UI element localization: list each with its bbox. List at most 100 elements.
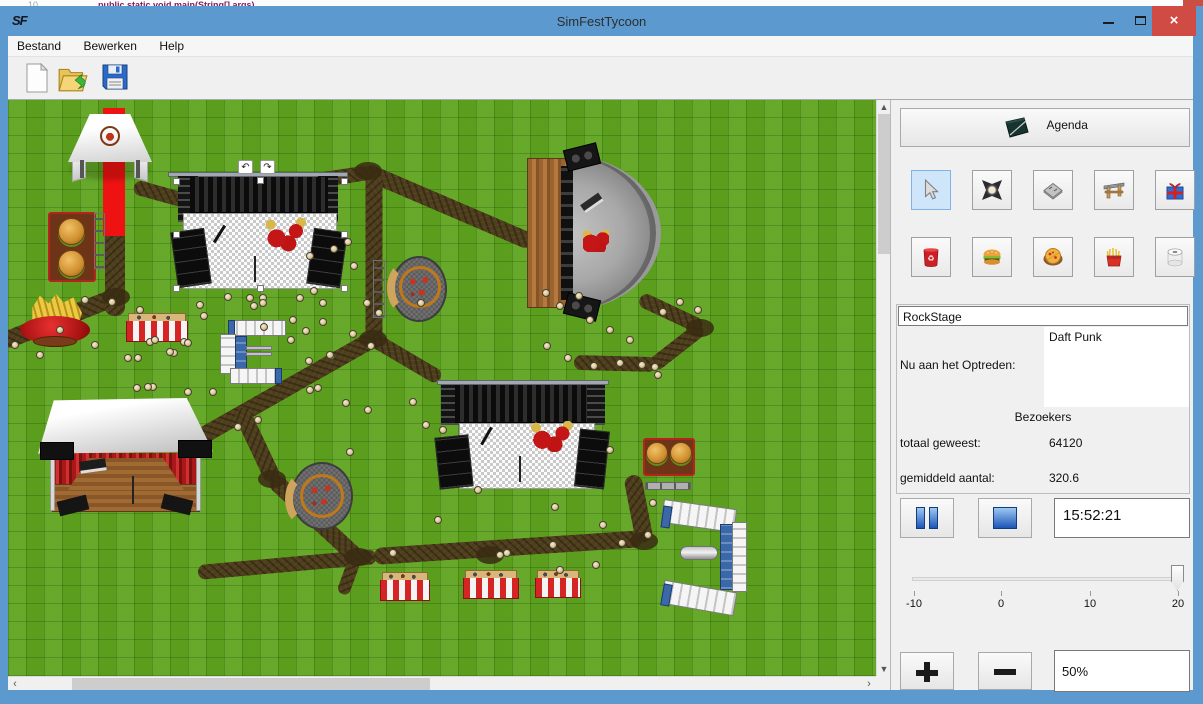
- rack-left: [94, 213, 105, 269]
- scroll-right-arrow[interactable]: ›: [862, 677, 876, 691]
- agenda-button[interactable]: Agenda: [900, 108, 1190, 147]
- tool-select-cursor[interactable]: [911, 170, 951, 210]
- tool-burger-stand[interactable]: [972, 237, 1012, 277]
- drum-kit-small: [583, 230, 609, 252]
- stage-name-input[interactable]: [898, 306, 1188, 326]
- visitor-dot: [556, 302, 564, 310]
- tool-path[interactable]: [1033, 170, 1073, 210]
- path-junction: [354, 162, 382, 180]
- tool-fries-stand[interactable]: [1094, 237, 1134, 277]
- tool-pizza-stand[interactable]: [1033, 237, 1073, 277]
- toilet-block-u[interactable]: [658, 498, 750, 616]
- tool-trash[interactable]: ♻: [911, 237, 951, 277]
- tool-gift[interactable]: [1155, 170, 1195, 210]
- close-button[interactable]: ×: [1152, 6, 1196, 36]
- mic-stand: [132, 476, 134, 504]
- striped-stall-2[interactable]: [463, 570, 519, 600]
- selection-handle[interactable]: [173, 178, 180, 185]
- menu-bewerken[interactable]: Bewerken: [75, 36, 146, 53]
- maximize-icon: [1135, 16, 1146, 25]
- pizza-table-north[interactable]: [373, 252, 449, 324]
- map-area: ↶ ↷: [8, 100, 890, 690]
- visitor-dot: [375, 309, 383, 317]
- selection-handle[interactable]: [173, 231, 180, 238]
- visitor-dot: [326, 351, 334, 359]
- dirt-path: [361, 162, 536, 250]
- stop-button[interactable]: [978, 498, 1032, 538]
- visitor-dot: [586, 316, 594, 324]
- slider-tick-label: 0: [986, 598, 1016, 610]
- stage-post-right: [196, 453, 201, 511]
- burger: [58, 250, 85, 277]
- scroll-left-arrow[interactable]: ‹: [8, 677, 22, 691]
- speaker-stack-right: [574, 429, 610, 490]
- minimize-button[interactable]: [1093, 6, 1123, 36]
- roof-speaker-left: [40, 442, 74, 460]
- save-file-button[interactable]: [98, 61, 132, 96]
- visitor-dot: [606, 326, 614, 334]
- rotate-left-button[interactable]: ↶: [238, 160, 253, 174]
- horizontal-scroll-thumb[interactable]: [72, 678, 430, 690]
- tool-stage[interactable]: [972, 170, 1012, 210]
- party-tent[interactable]: [68, 114, 152, 182]
- speed-slider-thumb[interactable]: [1171, 565, 1184, 591]
- tool-gate[interactable]: [1094, 170, 1134, 210]
- selection-handle[interactable]: [173, 285, 180, 292]
- visitor-dot: [306, 386, 314, 394]
- visitor-dot: [694, 306, 702, 314]
- striped-stall-1[interactable]: [380, 572, 430, 602]
- visitor-dot: [549, 541, 557, 549]
- spotlight-icon: [981, 179, 1003, 201]
- visitor-dot: [124, 354, 132, 362]
- mic-stand: [254, 256, 256, 282]
- road-tile-icon: [1042, 179, 1064, 201]
- vertical-scrollbar[interactable]: ▲ ▼: [876, 100, 890, 676]
- visitors-header: Bezoekers: [898, 410, 1188, 424]
- visitor-dot: [56, 326, 64, 334]
- burger: [646, 442, 668, 464]
- slider-tick: [1001, 591, 1002, 596]
- visitor-dot: [542, 289, 550, 297]
- selection-handle[interactable]: [341, 178, 348, 185]
- now-performing-value: Daft Punk: [1049, 330, 1102, 344]
- pause-button[interactable]: [900, 498, 954, 538]
- vertical-scroll-thumb[interactable]: [878, 114, 890, 254]
- center-stage[interactable]: [433, 376, 613, 492]
- fries-bowl-base: [33, 336, 77, 347]
- minimize-icon: [1103, 22, 1114, 24]
- rotate-right-button[interactable]: ↷: [260, 160, 275, 174]
- visitor-dot: [330, 245, 338, 253]
- open-file-button[interactable]: [56, 61, 90, 96]
- speed-slider-track[interactable]: [912, 577, 1176, 581]
- zoom-in-button[interactable]: [900, 652, 954, 690]
- menu-bestand[interactable]: Bestand: [8, 36, 70, 53]
- selection-handle[interactable]: [257, 285, 264, 292]
- visitor-dot: [349, 330, 357, 338]
- fries-stand[interactable]: [20, 294, 90, 352]
- menu-help[interactable]: Help: [150, 36, 193, 53]
- burger-table-right[interactable]: [643, 438, 695, 492]
- visitor-dot: [439, 426, 447, 434]
- visitor-dot: [644, 531, 652, 539]
- maximize-button[interactable]: [1125, 6, 1155, 36]
- selection-handle[interactable]: [257, 177, 264, 184]
- tool-toilet[interactable]: [1155, 237, 1195, 277]
- horizontal-scrollbar[interactable]: ‹ ›: [8, 676, 876, 690]
- average-visitors-value: 320.6: [1049, 471, 1079, 485]
- selection-handle[interactable]: [341, 231, 348, 238]
- scroll-down-arrow[interactable]: ▼: [877, 662, 891, 676]
- bench: [246, 346, 272, 350]
- dirt-path: [373, 530, 643, 565]
- pizza-table-south[interactable]: [285, 460, 357, 534]
- striped-stall-3[interactable]: [535, 570, 581, 598]
- selection-handle[interactable]: [341, 285, 348, 292]
- zoom-out-button[interactable]: [978, 652, 1032, 690]
- visitor-dot: [11, 341, 19, 349]
- total-visitors-label: totaal geweest:: [900, 436, 981, 450]
- scroll-up-arrow[interactable]: ▲: [877, 100, 891, 114]
- roofed-stage-southwest[interactable]: [38, 398, 213, 523]
- new-document-button[interactable]: [20, 61, 54, 96]
- burger-table-left[interactable]: [48, 212, 96, 282]
- toilet-block-c[interactable]: [220, 320, 294, 384]
- map-canvas[interactable]: ↶ ↷: [8, 100, 876, 676]
